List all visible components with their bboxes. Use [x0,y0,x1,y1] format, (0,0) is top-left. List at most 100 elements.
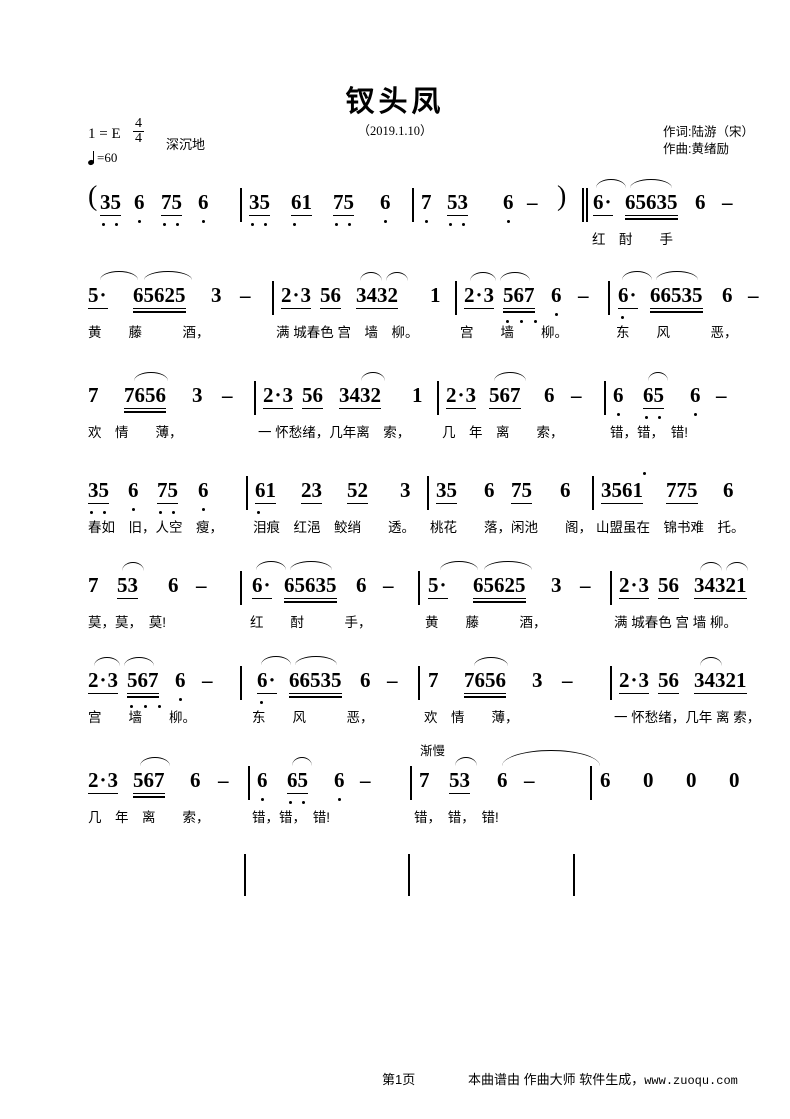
slur [700,562,722,571]
lyric-text: 东 风 恶， [252,710,374,725]
note-group: 3561 [601,472,647,504]
barline [610,666,612,700]
note-group: 61 [255,478,276,514]
note-group: 65635 [625,190,678,220]
note-group: 34321 [694,573,747,599]
lyric-text: 莫，莫， 莫! [88,615,167,630]
slur [494,372,526,381]
barline [240,666,242,700]
note-group: 75 [333,190,354,226]
note-group: – [571,383,582,407]
lyric-text: 春如 旧，人空 瘦， [88,520,223,535]
slur [360,272,382,281]
note-group: – [383,573,394,597]
barline [240,571,242,605]
lyric-text: 桃花 落，闲池 阁， [430,520,592,535]
slur [140,757,170,766]
note-group: – [527,190,538,214]
barline [437,381,439,415]
slur [94,657,120,666]
lyricist-line: 作词:陆游（宋） [663,125,754,139]
slur [700,657,722,666]
lyric-text: 满 城春色 宫 墙 柳。 [276,325,419,340]
lyric-text: 几 年 离 索， [442,425,564,440]
generator-credit: 本曲谱由 作曲大师 软件生成，www.zuoqu.com [468,1069,738,1088]
note-group: 65625 [133,283,186,313]
generator-text: 本曲谱由 作曲大师 软件生成， [468,1072,645,1087]
note-group: 53 [449,768,470,794]
lyric-text: 错，错， 错! [252,810,331,825]
tempo-marking: =60 [88,150,117,166]
barline [608,281,610,315]
lyric-text: 红 酎 手 [592,232,673,247]
generator-url: www.zuoqu.com [644,1074,738,1088]
slur [622,271,652,280]
note-group: 6 [198,478,209,511]
slur [295,656,337,665]
note-group: 65 [643,383,664,419]
note-group: 35 [88,478,109,514]
note-group: 6 [723,478,734,502]
barline [427,476,429,510]
note-group: 567 [489,383,521,409]
score-page: 钗头凤 （2019.1.10） 作词:陆游（宋） 作曲:黄绪励 1 = E 4 … [0,0,790,1119]
note-group: 56 [302,383,323,409]
note-group: 6 [484,478,495,502]
slur [100,271,138,280]
note-group: 775 [666,478,698,504]
note-group: 567 [133,768,165,798]
lyric-text: 宫 墙 柳。 [88,710,196,725]
note-group: 7656 [464,668,506,698]
note-group: 6 [134,190,145,223]
note-group: 6 [503,190,514,223]
slur [474,657,508,666]
barline [240,188,242,222]
lyric-text: 一 怀愁绪，几年离 索， [258,425,411,440]
slur [144,271,192,280]
barline [272,281,274,315]
lyric-text: 错， 错， 错! [414,810,499,825]
note-group: 6 [198,190,209,223]
note-group: 6 [695,190,706,214]
note-group: – [578,283,589,307]
slur [440,561,478,570]
note-group: 2·3 [446,383,477,409]
slur [134,372,168,381]
page-title: 钗头凤 [345,86,445,118]
note-group: 52 [347,478,368,504]
barline [573,854,575,896]
barline [244,854,246,896]
note-group: 1 [430,283,441,307]
note-group: 567 [503,283,538,323]
note-group: 6 [175,668,186,701]
slur [124,657,154,666]
note-group: 2·3 [619,668,650,694]
note-group: – [722,190,733,214]
barline [455,281,457,315]
slur [630,179,672,188]
barline [418,571,420,605]
note-group: 0 [643,768,654,792]
note-group: 6 [690,383,701,416]
note-group: 2·3 [619,573,650,599]
key-signature: 1 = E [88,126,121,142]
note-group: 56 [320,283,341,309]
note-group: 23 [301,478,322,504]
tie [502,750,600,766]
lyric-text: 错，错， 错! [610,425,689,440]
close-paren: ) [557,181,567,212]
note-group: 3432 [356,283,398,309]
note-group: – [748,283,759,307]
note-group: 56 [658,573,679,599]
barline [418,666,420,700]
note-group: 6 [560,478,571,502]
note-group: 6 [600,768,611,792]
note-group: 6 [168,573,179,597]
lyric-text: 东 风 恶， [616,325,738,340]
note-group: 35 [100,190,121,226]
barline [412,188,414,222]
barline [610,571,612,605]
note-group: 53 [117,573,138,599]
note-group: 567 [127,668,162,708]
note-group: 6 [257,768,268,801]
